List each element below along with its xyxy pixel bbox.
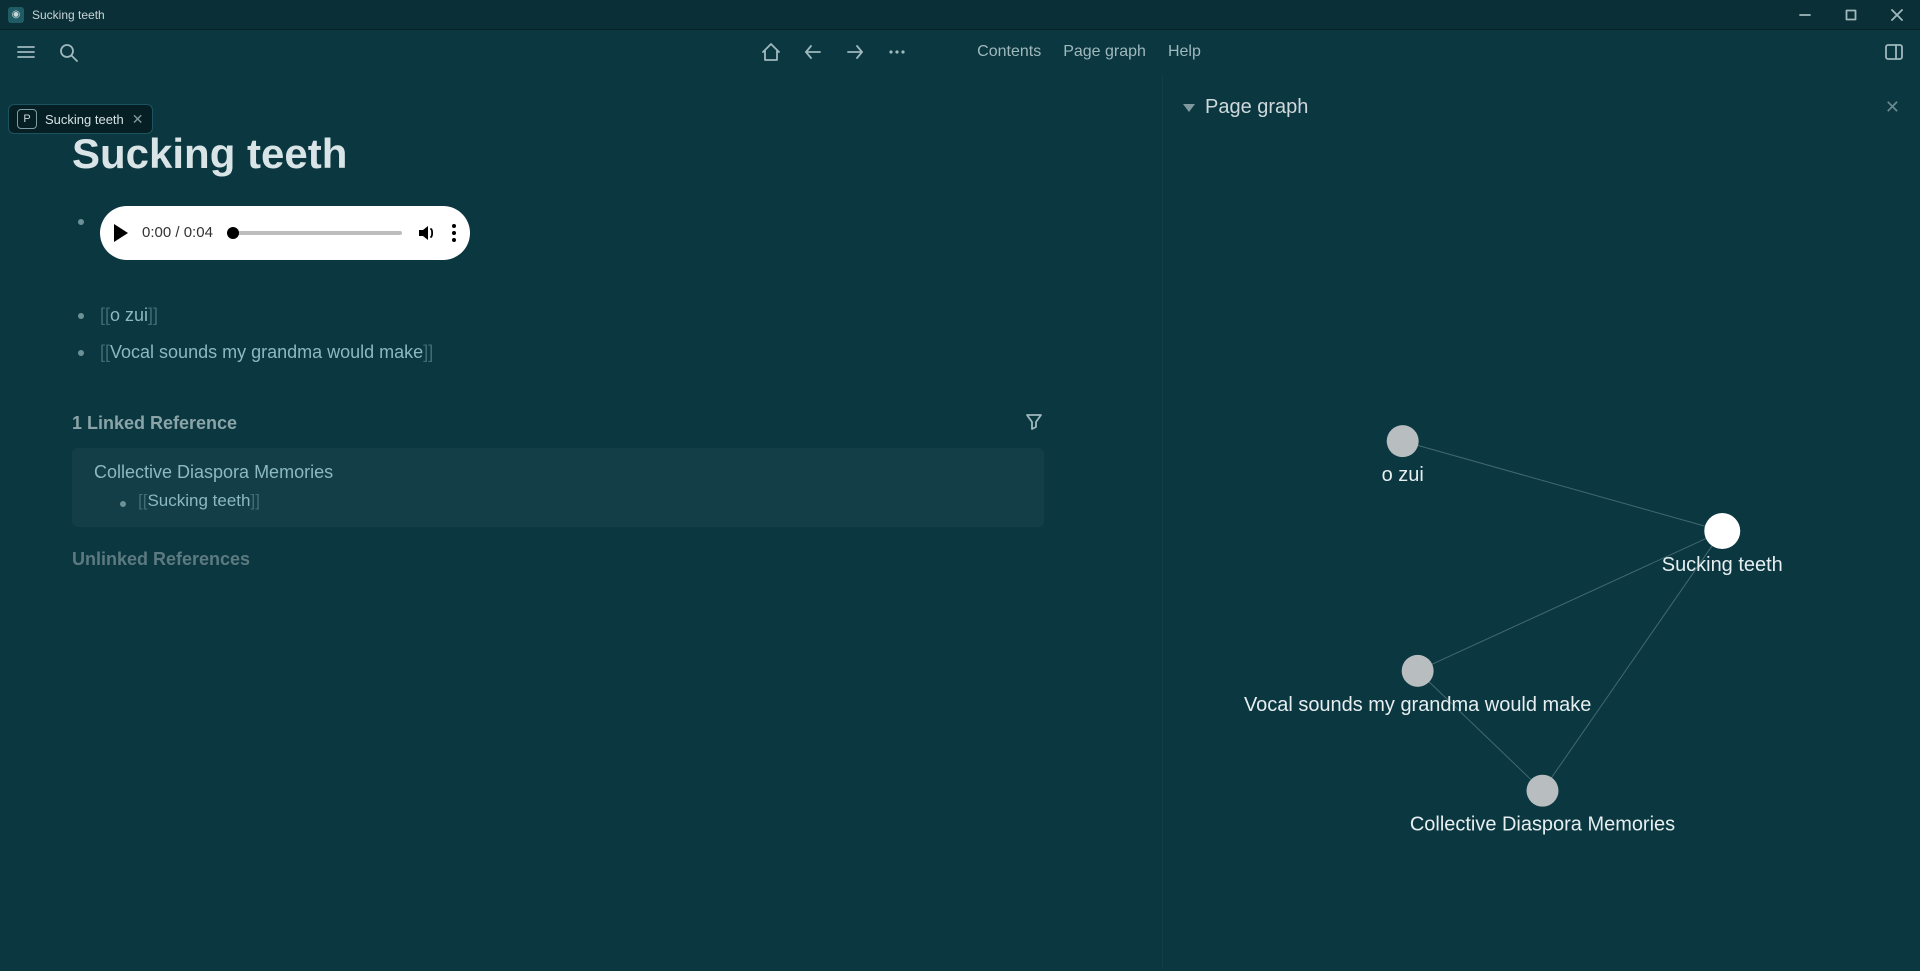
contents-button[interactable]: Contents: [975, 39, 1043, 65]
help-button[interactable]: Help: [1166, 39, 1203, 65]
block-link[interactable]: [[Vocal sounds my grandma would make]]: [72, 337, 1044, 368]
collapse-triangle-icon[interactable]: [1183, 104, 1195, 112]
more-icon[interactable]: [885, 40, 909, 64]
play-icon[interactable]: [114, 224, 128, 242]
window-maximize-button[interactable]: [1828, 0, 1874, 30]
main-content: Sucking teeth 0:00 / 0:04: [0, 74, 1162, 968]
audio-time: 0:00 / 0:04: [142, 220, 213, 246]
search-icon[interactable]: [56, 40, 80, 64]
graph-node[interactable]: Sucking teeth: [1662, 513, 1783, 576]
window-minimize-button[interactable]: [1782, 0, 1828, 30]
audio-player[interactable]: 0:00 / 0:04: [100, 206, 470, 260]
svg-text:Sucking teeth: Sucking teeth: [1662, 554, 1783, 576]
ref-source-title[interactable]: Collective Diaspora Memories: [94, 462, 1022, 483]
linked-references-heading[interactable]: 1 Linked Reference: [72, 411, 1044, 436]
svg-text:o zui: o zui: [1382, 464, 1424, 486]
block-audio: 0:00 / 0:04: [72, 206, 1044, 260]
app-icon: ◉: [8, 7, 24, 23]
page-graph-button[interactable]: Page graph: [1061, 39, 1148, 65]
forward-arrow-icon[interactable]: [843, 40, 867, 64]
svg-text:Vocal sounds my grandma would: Vocal sounds my grandma would make: [1244, 694, 1591, 716]
home-icon[interactable]: [759, 40, 783, 64]
window-close-button[interactable]: [1874, 0, 1920, 30]
filter-icon[interactable]: [1024, 411, 1044, 436]
volume-icon[interactable]: [416, 222, 438, 244]
unlinked-references-heading[interactable]: Unlinked References: [72, 549, 1044, 570]
right-sidebar-toggle-icon[interactable]: [1882, 40, 1906, 64]
panel-header[interactable]: Page graph ✕: [1163, 74, 1920, 127]
graph-node[interactable]: Vocal sounds my grandma would make: [1244, 655, 1591, 716]
graph-node[interactable]: o zui: [1382, 425, 1424, 486]
linked-reference-card[interactable]: Collective Diaspora Memories [[Sucking te…: [72, 448, 1044, 527]
ref-item[interactable]: [[Sucking teeth]]: [116, 491, 1022, 511]
window-title: Sucking teeth: [32, 8, 105, 22]
page-title: Sucking teeth: [72, 130, 1044, 178]
audio-more-icon[interactable]: [452, 224, 456, 242]
graph-node[interactable]: Collective Diaspora Memories: [1410, 775, 1675, 836]
close-panel-icon[interactable]: ✕: [1885, 97, 1900, 118]
titlebar: ◉ Sucking teeth: [0, 0, 1920, 30]
block-link[interactable]: [[o zui]]: [72, 300, 1044, 331]
svg-text:Collective Diaspora Memories: Collective Diaspora Memories: [1410, 814, 1675, 836]
toolbar: Contents Page graph Help: [0, 30, 1920, 74]
page-graph-canvas[interactable]: o zui Sucking teeth Vocal sounds my grandm…: [1163, 144, 1920, 968]
back-arrow-icon[interactable]: [801, 40, 825, 64]
audio-track[interactable]: [227, 231, 402, 235]
panel-title: Page graph: [1205, 96, 1308, 119]
right-sidebar: Page graph ✕ o zui Sucking teeth Vocal sou…: [1162, 74, 1920, 968]
hamburger-menu-icon[interactable]: [14, 40, 38, 64]
